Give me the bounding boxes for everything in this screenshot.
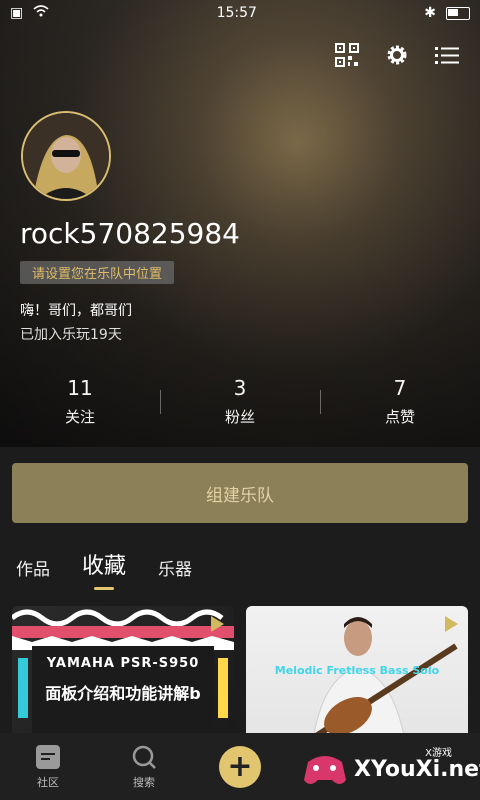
joined-days-text: 已加入乐玩19天 — [20, 327, 122, 343]
stat-likes[interactable]: 7 点赞 — [320, 376, 480, 436]
stat-likes-label: 点赞 — [384, 408, 415, 426]
card-title: Melodic Fretless Bass Solo — [274, 664, 440, 677]
header-actions — [334, 42, 460, 68]
watermark-logo: XYouXi.net X游戏 — [302, 744, 480, 794]
nav-community[interactable]: 社区 — [0, 744, 96, 790]
favorite-card-bass-solo[interactable]: Melodic Fretless Bass Solo — [246, 606, 468, 746]
nav-add[interactable]: + — [192, 745, 288, 788]
status-time: 15:57 — [216, 5, 257, 21]
watermark-subtext: X游戏 — [425, 748, 452, 759]
card-title-line2: 面板介绍和功能讲解b — [45, 684, 201, 703]
add-icon: + — [219, 745, 261, 788]
nav-community-label: 社区 — [37, 775, 59, 789]
battery-icon — [445, 6, 470, 20]
tab-favorites[interactable]: 收藏 — [82, 548, 126, 580]
watermark-text: XYouXi.net — [354, 756, 480, 782]
bluetooth-icon: ✱ — [424, 5, 436, 21]
content-tabs: 作品 收藏 乐器 — [16, 548, 192, 580]
sim-icon: ▣ — [10, 5, 24, 21]
card-title-line1: YAMAHA PSR-S950 — [46, 656, 200, 671]
community-icon — [36, 744, 60, 769]
menu-list-icon[interactable] — [434, 42, 460, 68]
profile-stats: 11 关注 3 粉丝 7 点赞 — [0, 376, 480, 436]
stat-fans-count: 3 — [233, 376, 247, 400]
nav-search[interactable]: 搜索 — [96, 744, 192, 790]
gamepad-logo-icon — [304, 756, 346, 784]
user-bio: 嗨！哥们，都哥们 — [20, 303, 132, 319]
stat-fans[interactable]: 3 粉丝 — [160, 376, 320, 436]
tab-works[interactable]: 作品 — [16, 555, 50, 580]
nav-search-label: 搜索 — [133, 775, 155, 789]
stat-likes-count: 7 — [393, 376, 407, 400]
favorite-card-yamaha[interactable]: YAMAHA PSR-S950 面板介绍和功能讲解b — [12, 606, 234, 746]
username: rock570825984 — [20, 217, 240, 250]
tab-instruments[interactable]: 乐器 — [158, 555, 192, 580]
stat-following-label: 关注 — [64, 408, 95, 426]
status-bar: ▣ 15:57 ✱ — [0, 0, 480, 26]
settings-gear-icon[interactable] — [384, 42, 410, 68]
play-flag-icon — [445, 616, 458, 632]
wifi-icon — [33, 5, 49, 21]
stat-following[interactable]: 11 关注 — [0, 376, 160, 436]
qr-code-icon[interactable] — [334, 42, 360, 68]
stat-fans-label: 粉丝 — [224, 408, 255, 426]
create-band-button[interactable]: 组建乐队 — [12, 463, 468, 523]
play-flag-icon — [211, 616, 224, 632]
stat-following-count: 11 — [67, 376, 93, 400]
band-role-prompt[interactable]: 请设置您在乐队中位置 — [20, 261, 175, 284]
search-icon — [132, 745, 156, 769]
avatar[interactable] — [21, 111, 111, 201]
